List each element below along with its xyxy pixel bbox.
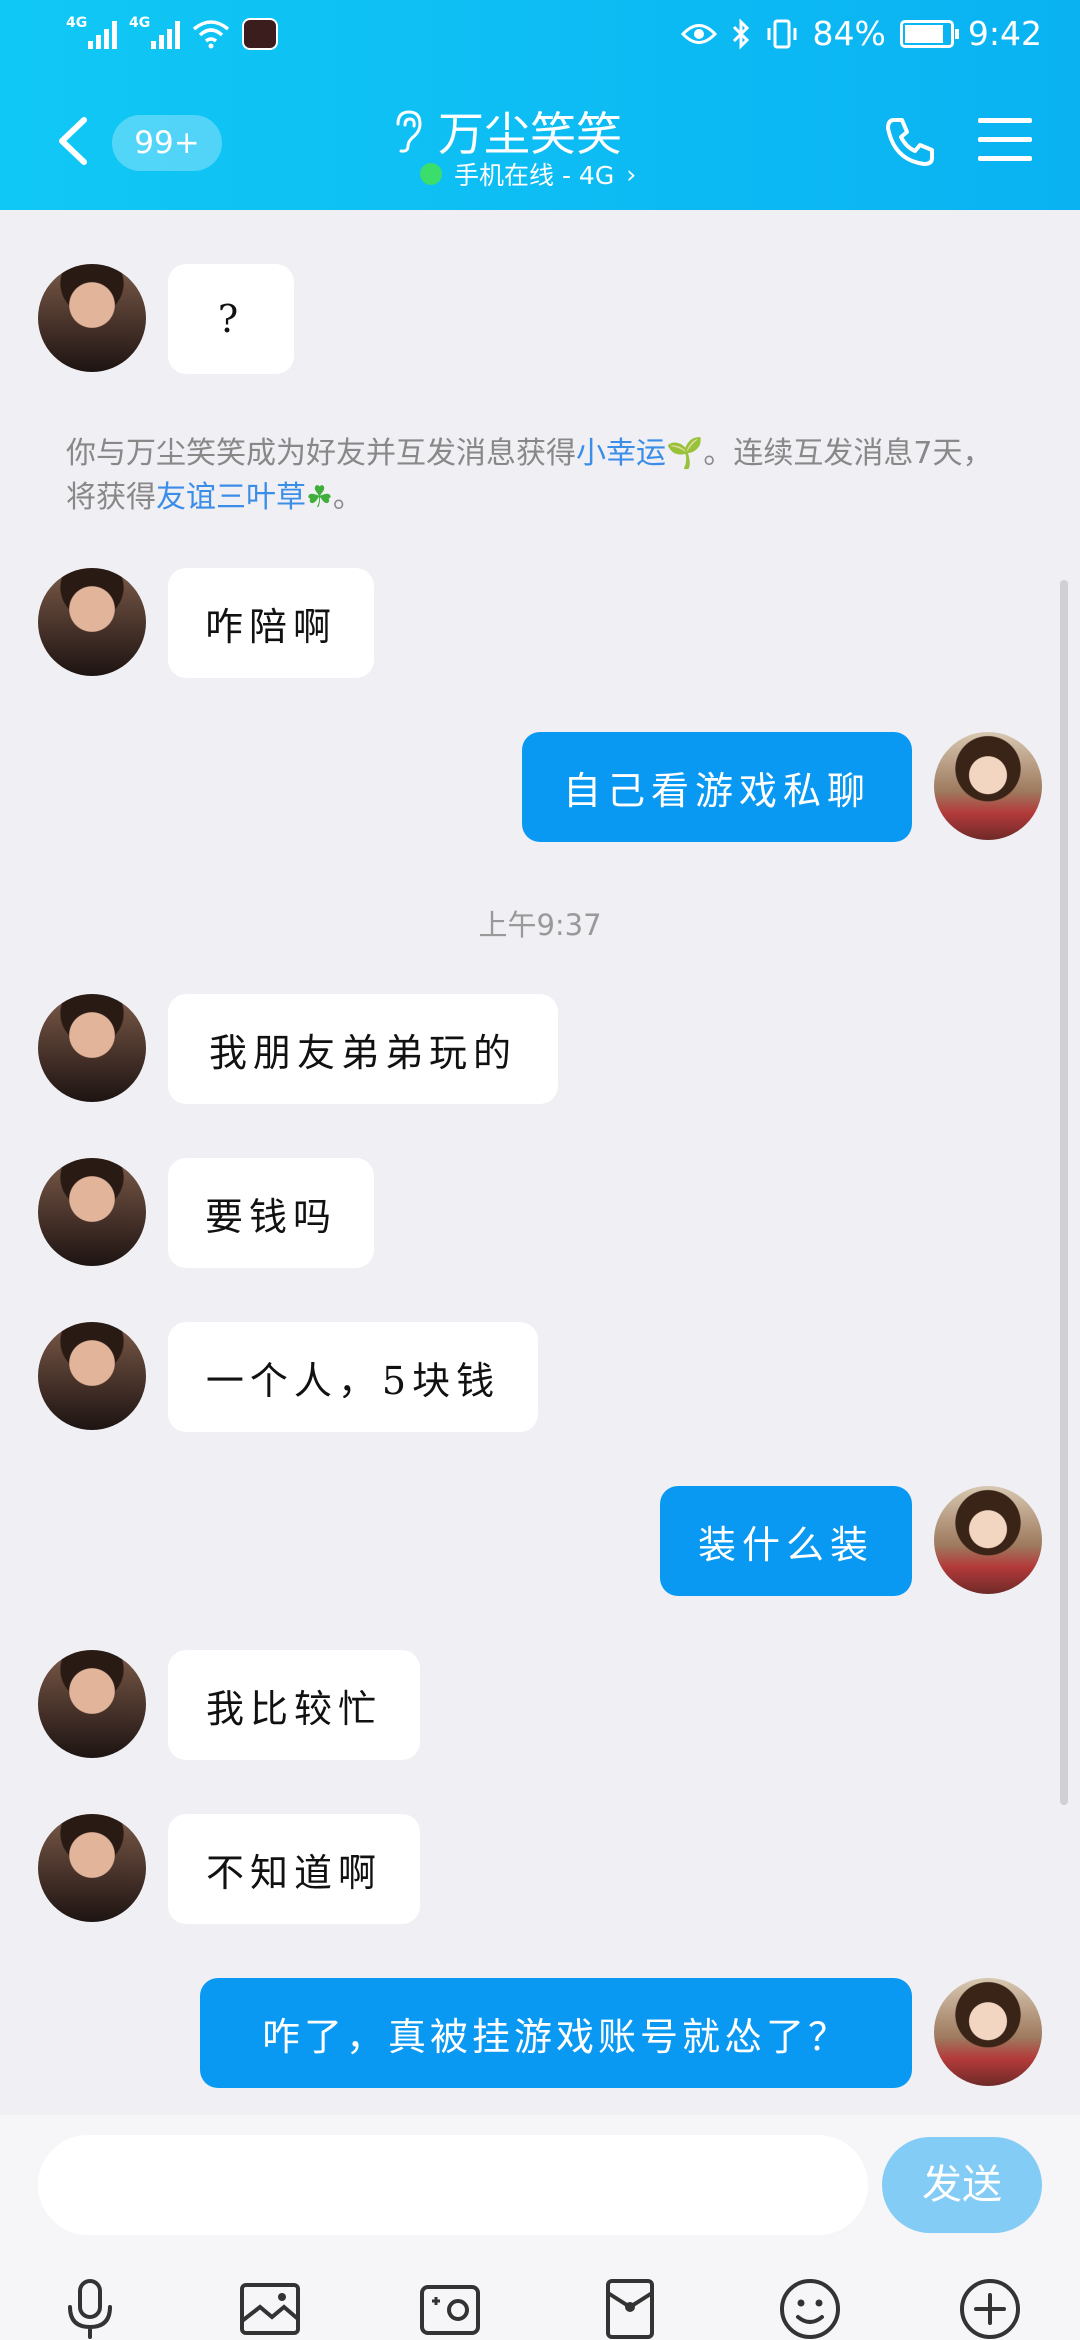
network-type-1: 4G xyxy=(66,15,88,31)
clover-link[interactable]: 友谊三叶草 xyxy=(156,480,306,515)
outgoing-message[interactable]: 咋了，真被挂游戏账号就怂了？ xyxy=(200,1978,912,2088)
wifi-icon xyxy=(192,20,230,49)
chevron-right-icon: › xyxy=(626,159,637,189)
plus-icon[interactable] xyxy=(958,2277,1022,2340)
online-status-text: 手机在线 - 4G xyxy=(454,161,615,190)
outgoing-message[interactable]: 自己看游戏私聊 xyxy=(522,732,912,842)
contact-name[interactable]: 万尘笑笑 xyxy=(438,98,622,164)
online-status[interactable]: 手机在线 - 4G › xyxy=(420,156,636,192)
message-list[interactable]: ? 你与万尘笑笑成为好友并互发消息获得小幸运🌱。连续互发消息7天，将获得友谊三叶… xyxy=(0,210,1080,2115)
unread-count-badge[interactable]: 99+ xyxy=(112,115,222,171)
red-packet-icon[interactable] xyxy=(598,2277,662,2340)
incoming-message[interactable]: 我朋友弟弟玩的 xyxy=(168,994,558,1104)
image-icon[interactable] xyxy=(238,2277,302,2340)
notice-text-3: 。 xyxy=(332,480,363,515)
send-button[interactable]: 发送 xyxy=(882,2137,1042,2233)
incoming-message[interactable]: 一个人，5块钱 xyxy=(168,1322,538,1432)
friend-avatar[interactable] xyxy=(38,994,146,1102)
bluetooth-icon xyxy=(732,17,749,50)
incoming-message[interactable]: 我比较忙 xyxy=(168,1650,420,1760)
clover-icon: ☘ xyxy=(306,480,333,515)
my-avatar[interactable] xyxy=(934,732,1042,840)
battery-percent: 84% xyxy=(812,14,886,53)
incoming-message[interactable]: ? xyxy=(168,264,294,374)
sprout-icon: 🌱 xyxy=(666,436,704,471)
friend-avatar[interactable] xyxy=(38,264,146,372)
menu-icon[interactable] xyxy=(978,118,1032,164)
signal-icon: 4G xyxy=(66,15,117,49)
network-type-2: 4G xyxy=(129,15,151,31)
input-bar: 发送 xyxy=(0,2115,1080,2340)
incoming-message[interactable]: 不知道啊 xyxy=(168,1814,420,1924)
outgoing-message[interactable]: 装什么装 xyxy=(660,1486,912,1596)
notice-text-1: 你与万尘笑笑成为好友并互发消息获得 xyxy=(66,436,576,471)
friendship-notice: 你与万尘笑笑成为好友并互发消息获得小幸运🌱。连续互发消息7天，将获得友谊三叶草☘… xyxy=(66,432,1016,520)
lucky-link[interactable]: 小幸运 xyxy=(576,436,666,471)
message-timestamp: 上午9:37 xyxy=(478,908,602,942)
signal-icon-2: 4G xyxy=(129,15,180,49)
message-input[interactable] xyxy=(38,2135,868,2235)
emoji-icon[interactable] xyxy=(778,2277,842,2340)
notification-app-icon xyxy=(242,18,278,50)
incoming-message[interactable]: 咋陪啊 xyxy=(168,568,374,678)
camera-icon[interactable] xyxy=(418,2277,482,2340)
ear-icon xyxy=(396,110,422,153)
my-avatar[interactable] xyxy=(934,1486,1042,1594)
status-bar: 4G 4G 84% 9:42 xyxy=(0,0,1080,72)
chat-header: 4G 4G 84% 9:42 99+ 万尘笑笑 手机在线 - 4G › xyxy=(0,0,1080,210)
clock: 9:42 xyxy=(967,14,1042,53)
scrollbar[interactable] xyxy=(1060,580,1068,1805)
microphone-icon[interactable] xyxy=(58,2277,122,2340)
battery-icon xyxy=(899,19,959,48)
friend-avatar[interactable] xyxy=(38,568,146,676)
online-dot-icon xyxy=(420,163,442,185)
eye-comfort-icon xyxy=(680,23,717,44)
phone-call-icon[interactable] xyxy=(882,114,938,170)
my-avatar[interactable] xyxy=(934,1978,1042,2086)
friend-avatar[interactable] xyxy=(38,1814,146,1922)
back-arrow-icon[interactable] xyxy=(56,116,90,166)
vibrate-icon xyxy=(767,19,797,48)
incoming-message[interactable]: 要钱吗 xyxy=(168,1158,374,1268)
friend-avatar[interactable] xyxy=(38,1650,146,1758)
friend-avatar[interactable] xyxy=(38,1158,146,1266)
friend-avatar[interactable] xyxy=(38,1322,146,1430)
